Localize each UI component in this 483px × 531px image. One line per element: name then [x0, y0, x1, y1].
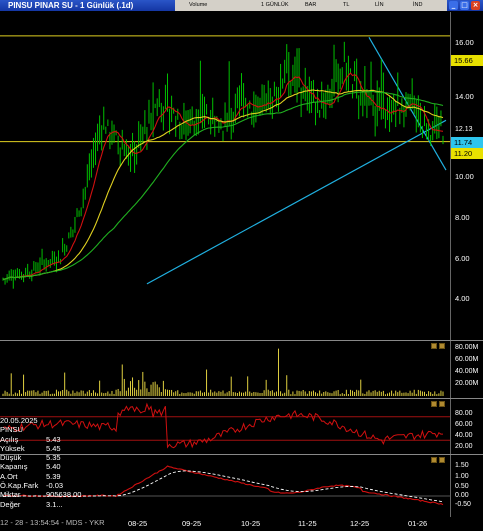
info-value: 5.43 — [46, 434, 61, 444]
info-key: Kapanış — [0, 462, 28, 472]
macd-label-1.50: 1.50 — [455, 462, 469, 469]
support-level-badge: 11.20 — [451, 148, 483, 159]
info-value: 3.1... — [46, 499, 63, 509]
currency-button[interactable]: TL — [343, 1, 349, 10]
toolbar: Volume 1 GÜNLÜK BAR TL LİN İND — [175, 0, 447, 11]
info-row-close: Kapanış 5.40 — [0, 462, 110, 471]
osc-label-60: 60.00 — [455, 421, 473, 428]
info-value: 5.39 — [46, 471, 61, 481]
info-row-open: Açılış 5.43 — [0, 435, 110, 444]
time-label: 12-25 — [350, 519, 370, 528]
volume-toggle[interactable]: Volume — [189, 1, 207, 10]
info-value: 5.35 — [46, 453, 61, 463]
info-row-avg: A.Ort 5.39 — [0, 472, 110, 481]
price-label-4: 4.00 — [455, 294, 470, 303]
info-row-quantity: Miktar 905638.00 — [0, 490, 110, 499]
macd-label-1.00: 1.00 — [455, 473, 469, 480]
time-label: 09-25 — [182, 519, 202, 528]
info-row-change: Ö.Kap.Fark -0.03 — [0, 481, 110, 490]
info-key: A.Ort — [0, 471, 18, 481]
bar-type-button[interactable]: BAR — [305, 1, 316, 10]
volume-chart[interactable] — [0, 341, 450, 398]
high-level-badge: 15.66 — [451, 55, 483, 66]
minimize-button[interactable]: _ — [449, 1, 458, 10]
time-label: 11-25 — [298, 519, 317, 528]
volume-label-40m: 40.00M — [455, 368, 479, 375]
price-label-10: 10.00 — [455, 172, 474, 181]
info-key: Ö.Kap.Fark — [0, 481, 39, 491]
macd-label-0.50: 0.50 — [455, 483, 469, 490]
info-date: 20.05.2025 — [0, 416, 38, 425]
window-title: PINSU PINAR SU - 1 Günlük (.1d) — [8, 1, 134, 10]
info-row-value: Değer 3.1... — [0, 500, 110, 509]
info-row-high: Yüksek 5.45 — [0, 444, 110, 453]
volume-chart-svg — [2, 348, 444, 396]
price-label-14: 14.00 — [455, 92, 474, 101]
info-key: Yüksek — [0, 443, 25, 453]
info-symbol: PINSU — [0, 425, 23, 435]
last-price-badge: 11.74 — [451, 137, 483, 148]
price-label-8: 8.00 — [455, 213, 470, 222]
time-label: 10-25 — [241, 519, 261, 528]
info-row-low: Düşük 5.35 — [0, 453, 110, 462]
panel-close-icon[interactable] — [439, 343, 445, 349]
price-chart-svg — [0, 35, 450, 289]
info-key: Değer — [0, 499, 21, 509]
time-label: 08-25 — [128, 519, 148, 528]
price-label-mid: 12.13 — [455, 126, 473, 133]
scale-button[interactable]: LİN — [375, 1, 384, 10]
panel-settings-icon[interactable] — [431, 401, 437, 407]
maximize-button[interactable]: □ — [460, 1, 469, 10]
info-value: -0.03 — [46, 481, 64, 491]
info-value: 5.45 — [46, 443, 61, 453]
info-key: Miktar — [0, 490, 21, 500]
period-select[interactable]: 1 GÜNLÜK — [261, 1, 289, 10]
info-value: 905638.00 — [46, 490, 82, 500]
indicator-button[interactable]: İND — [413, 1, 422, 10]
info-key: Düşük — [0, 453, 22, 463]
info-key: Açılış — [0, 434, 19, 444]
time-label: 01-26 — [408, 519, 428, 528]
macd-label-0.00: 0.00 — [455, 492, 469, 499]
price-chart[interactable] — [0, 12, 450, 340]
status-line: 12 - 28 - 13:54:54 - MDS - YKR — [0, 518, 105, 527]
panel-close-icon[interactable] — [439, 401, 445, 407]
info-value: 5.40 — [46, 462, 61, 472]
osc-label-20: 20.00 — [455, 443, 473, 450]
price-label-6: 6.00 — [455, 254, 470, 263]
panel-settings-icon[interactable] — [431, 457, 437, 463]
volume-label-20m: 20.00M — [455, 380, 479, 387]
macd-label-neg0.50: -0.50 — [455, 501, 471, 508]
panel-settings-icon[interactable] — [431, 343, 437, 349]
volume-label-60m: 60.00M — [455, 356, 479, 363]
data-window: 20.05.2025 PINSU Açılış 5.43 Yüksek 5.45 D… — [0, 416, 110, 509]
price-label-16: 16.00 — [455, 38, 474, 47]
close-button[interactable]: × — [471, 1, 480, 10]
osc-label-80: 80.00 — [455, 410, 473, 417]
osc-label-40: 40.00 — [455, 432, 473, 439]
volume-label-80m: 80.00M — [455, 344, 479, 351]
panel-close-icon[interactable] — [439, 457, 445, 463]
trend-line — [146, 119, 447, 285]
